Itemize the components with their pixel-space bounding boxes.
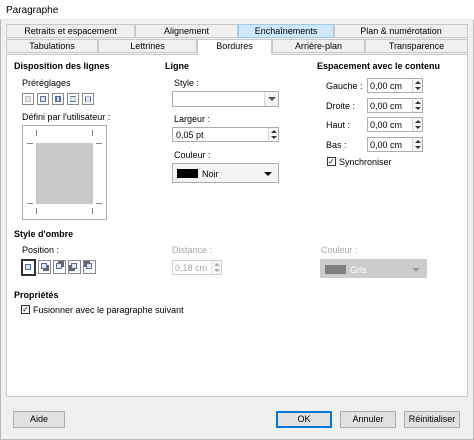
preview-paragraph	[36, 143, 93, 204]
color-label: Couleur :	[174, 150, 211, 160]
dropdown-arrow-icon	[264, 172, 272, 176]
padding-bottom-label: Bas :	[326, 140, 347, 150]
cancel-button[interactable]: Annuler	[340, 411, 396, 428]
width-value: 0,05 pt	[176, 130, 204, 140]
window-title: Paragraphe	[6, 5, 59, 16]
width-label: Largeur :	[174, 114, 211, 124]
tab-tabulations[interactable]: Tabulations	[6, 39, 98, 53]
shadow-top-right-icon[interactable]	[53, 260, 66, 274]
corner-mark-tl-v	[36, 130, 37, 136]
padding-left-value: 0,00 cm	[370, 81, 403, 91]
padding-right-label: Droite :	[326, 101, 356, 111]
corner-mark-bl-v	[36, 208, 37, 214]
shadow-bottom-left-icon[interactable]	[68, 260, 81, 274]
tab-alignement[interactable]: Alignement	[135, 24, 238, 38]
sync-checkbox[interactable]: ✓	[327, 157, 336, 166]
merge-label[interactable]: Fusionner avec le paragraphe suivant	[33, 305, 184, 315]
properties-heading: Propriétés	[14, 290, 59, 300]
shadow-top-left-icon[interactable]	[83, 260, 96, 274]
tab-enchainements[interactable]: Enchaînements	[238, 24, 334, 38]
shadow-color-label: Couleur :	[321, 245, 358, 255]
shadow-heading: Style d'ombre	[14, 229, 74, 239]
tab-arriere-plan[interactable]: Arrière-plan	[272, 39, 365, 53]
style-select[interactable]	[172, 91, 279, 107]
shadow-position-label: Position :	[22, 245, 60, 255]
tab-lettrines[interactable]: Lettrines	[98, 39, 197, 53]
corner-mark-br	[96, 203, 102, 204]
tab-plan-numerotation[interactable]: Plan & numérotation	[334, 24, 468, 38]
corner-mark-tr	[96, 143, 102, 144]
padding-bottom-spinbox[interactable]: 0,00 cm	[367, 137, 423, 152]
preset-box-icon[interactable]	[37, 93, 49, 105]
preset-left-right-icon[interactable]	[82, 93, 94, 105]
padding-right-spin[interactable]	[412, 99, 422, 112]
style-label: Style :	[174, 78, 200, 88]
line-color-button[interactable]: Noir	[172, 163, 279, 183]
shadow-distance-value: 0,18 cm	[175, 263, 208, 273]
preset-top-bottom-icon[interactable]	[67, 93, 79, 105]
ok-button[interactable]: OK	[276, 411, 332, 428]
line-heading: Ligne	[165, 61, 189, 71]
padding-top-label: Haut :	[326, 120, 351, 130]
padding-left-spin[interactable]	[412, 79, 422, 92]
merge-checkbox[interactable]: ✓	[21, 305, 30, 314]
preset-none-icon[interactable]	[22, 93, 34, 105]
preset-box-inner-icon[interactable]	[52, 93, 64, 105]
user-defined-label: Défini par l'utilisateur :	[22, 112, 111, 122]
shadow-color-button[interactable]: Gris	[320, 259, 427, 278]
title-bar: Paragraphe	[0, 0, 474, 20]
reset-button[interactable]: Réinitialiser	[404, 411, 460, 428]
tab-transparence[interactable]: Transparence	[365, 39, 468, 53]
tab-bordures[interactable]: Bordures	[197, 39, 272, 55]
line-color-value: Noir	[202, 169, 219, 179]
width-spinbox[interactable]: 0,05 pt	[172, 127, 279, 142]
chevron-down-icon[interactable]	[264, 92, 278, 106]
presets-label: Préréglages	[22, 78, 71, 88]
padding-left-spinbox[interactable]: 0,00 cm	[367, 78, 423, 93]
padding-bottom-value: 0,00 cm	[370, 140, 403, 150]
padding-heading: Espacement avec le contenu	[317, 61, 441, 71]
sync-label[interactable]: Synchroniser	[339, 157, 392, 167]
border-preview[interactable]	[22, 125, 107, 220]
corner-mark-br-v	[92, 208, 93, 214]
corner-mark-tl	[27, 143, 33, 144]
width-spin-buttons[interactable]	[268, 128, 278, 141]
tab-retraits-espacement[interactable]: Retraits et espacement	[6, 24, 135, 38]
padding-bottom-spin[interactable]	[412, 138, 422, 151]
padding-top-value: 0,00 cm	[370, 120, 403, 130]
line-color-swatch	[177, 169, 198, 178]
shadow-distance-spinbox[interactable]: 0,18 cm	[172, 260, 222, 275]
corner-mark-tr-v	[92, 130, 93, 136]
padding-right-spinbox[interactable]: 0,00 cm	[367, 98, 423, 113]
shadow-distance-label: Distance :	[172, 245, 213, 255]
padding-right-value: 0,00 cm	[370, 101, 403, 111]
padding-left-label: Gauche :	[326, 81, 363, 91]
dropdown-arrow-icon	[412, 268, 420, 272]
help-button[interactable]: Aide	[13, 411, 65, 428]
padding-top-spin[interactable]	[412, 118, 422, 131]
line-arrangement-heading: Disposition des lignes	[14, 61, 110, 71]
shadow-color-swatch	[325, 265, 346, 274]
corner-mark-bl	[27, 203, 33, 204]
shadow-bottom-right-icon[interactable]	[38, 260, 51, 274]
padding-top-spinbox[interactable]: 0,00 cm	[367, 117, 423, 132]
shadow-none-icon[interactable]	[21, 259, 36, 276]
shadow-color-value: Gris	[350, 265, 367, 275]
shadow-distance-spin[interactable]	[211, 261, 221, 274]
